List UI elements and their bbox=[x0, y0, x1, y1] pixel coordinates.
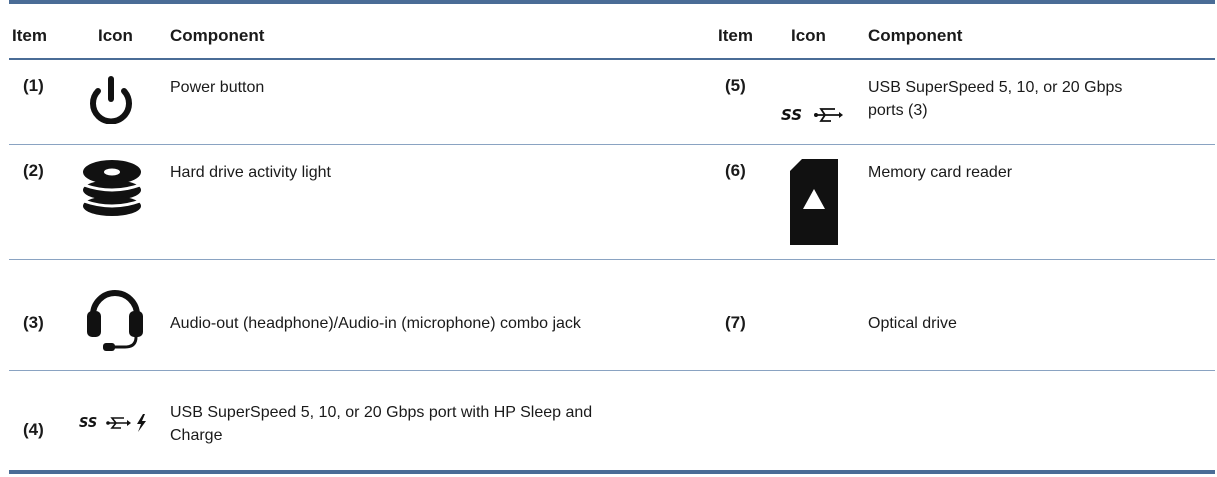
row-divider bbox=[9, 144, 1215, 145]
header-icon-right: Icon bbox=[791, 26, 826, 45]
component-label: Optical drive bbox=[868, 315, 957, 332]
item-number: (1) bbox=[23, 76, 44, 95]
component-label-line2: ports (3) bbox=[868, 102, 928, 119]
component-label: Hard drive activity light bbox=[170, 164, 331, 181]
component-label: Power button bbox=[170, 79, 265, 96]
header-component-left: Component bbox=[170, 26, 265, 45]
headset-icon bbox=[87, 275, 143, 355]
header-item-left: Item bbox=[12, 26, 47, 45]
component-label: Audio-out (headphone)/Audio-in (micropho… bbox=[170, 315, 581, 332]
header-item-right: Item bbox=[718, 26, 753, 45]
row-divider bbox=[9, 259, 1215, 260]
header-component-right: Component bbox=[868, 26, 963, 45]
memory-card-icon bbox=[790, 159, 838, 245]
item-number: (4) bbox=[23, 420, 44, 439]
power-icon bbox=[75, 76, 147, 124]
ss-text: SS bbox=[79, 416, 97, 431]
row-divider bbox=[9, 370, 1215, 371]
header-icon-left: Icon bbox=[98, 26, 133, 45]
components-table: Item Icon Component Item Icon Component … bbox=[9, 0, 1215, 477]
item-number: (2) bbox=[23, 161, 44, 180]
ss-text: SS bbox=[781, 106, 802, 124]
component-label-line2: Charge bbox=[170, 427, 223, 444]
component-label: Memory card reader bbox=[868, 164, 1013, 181]
component-label-line1: USB SuperSpeed 5, 10, or 20 Gbps port wi… bbox=[170, 404, 593, 421]
table-top-rule bbox=[9, 0, 1215, 4]
hard-drive-icon bbox=[82, 158, 142, 218]
item-number: (6) bbox=[725, 161, 746, 180]
item-number: (3) bbox=[23, 313, 44, 332]
component-label-line1: USB SuperSpeed 5, 10, or 20 Gbps bbox=[868, 79, 1123, 96]
usb-ss-charge-icon: SS bbox=[79, 412, 151, 434]
item-number: (7) bbox=[725, 313, 746, 332]
header-rule bbox=[9, 58, 1215, 60]
table-bottom-rule bbox=[9, 470, 1215, 474]
item-number: (5) bbox=[725, 76, 746, 95]
usb-ss-icon: SS bbox=[781, 103, 845, 127]
